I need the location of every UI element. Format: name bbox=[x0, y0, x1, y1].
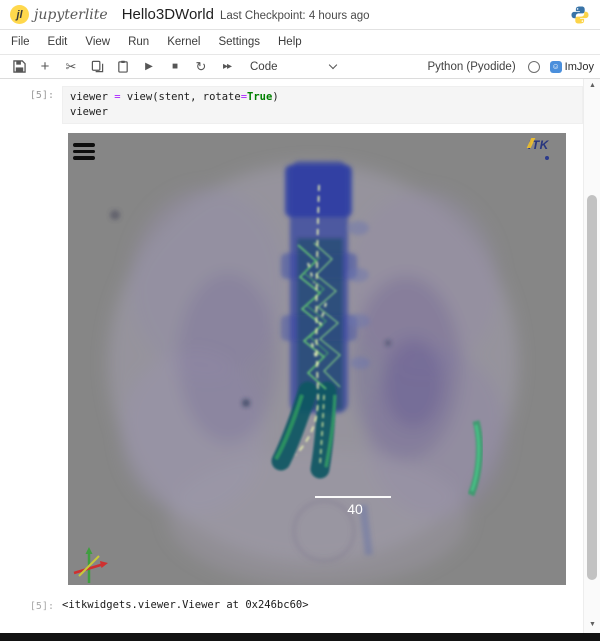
output-repr: <itkwidgets.viewer.Viewer at 0x246bc60> bbox=[62, 597, 583, 612]
itk-logo-dot bbox=[545, 156, 549, 160]
itk-3d-viewer[interactable]: ITK 40 bbox=[68, 133, 566, 585]
code-editor[interactable]: viewer = view(stent, rotate=True) viewer bbox=[62, 86, 583, 124]
notebook-toolbar: + ✂ ▶ ■ ↻ ▸▸ Code Python (Pyodide) ☺ ImJ… bbox=[0, 55, 600, 79]
toolbar-right: Python (Pyodide) ☺ ImJoy bbox=[427, 61, 594, 73]
volume-rendering bbox=[68, 133, 566, 585]
restart-run-all-icon[interactable]: ▸▸ bbox=[214, 57, 240, 77]
vertical-scrollbar[interactable]: ▲ ▼ bbox=[583, 79, 600, 633]
window-bottom-bar bbox=[0, 633, 600, 641]
notebook-title[interactable]: Hello3DWorld bbox=[122, 6, 214, 23]
scrollbar-thumb[interactable] bbox=[587, 195, 597, 580]
itk-logo: ITK bbox=[528, 136, 558, 160]
chevron-down-icon bbox=[329, 61, 337, 69]
scale-bar-label: 40 bbox=[320, 501, 390, 517]
jupyterlite-logo-icon: jl bbox=[10, 5, 29, 24]
kernel-name[interactable]: Python (Pyodide) bbox=[427, 61, 515, 73]
imjoy-label: ImJoy bbox=[565, 61, 594, 73]
code-cell-prompt: [5]: bbox=[0, 86, 62, 124]
python-logo-icon bbox=[570, 5, 590, 25]
app-header: jl jupyterlite Hello3DWorld Last Checkpo… bbox=[0, 0, 600, 30]
menu-view[interactable]: View bbox=[76, 36, 119, 48]
jupyterlite-logo-text: jupyterlite bbox=[34, 7, 108, 23]
notebook-panel: [5]: viewer = view(stent, rotate=True) v… bbox=[0, 79, 583, 633]
scroll-down-icon[interactable]: ▼ bbox=[584, 619, 600, 631]
save-icon[interactable] bbox=[6, 57, 32, 77]
output-prompt: [5]: bbox=[0, 597, 62, 612]
jupyterlite-logo[interactable]: jl jupyterlite bbox=[10, 5, 108, 24]
imjoy-button[interactable]: ☺ ImJoy bbox=[550, 61, 594, 73]
paste-icon[interactable] bbox=[110, 57, 136, 77]
checkpoint-status: Last Checkpoint: 4 hours ago bbox=[220, 8, 370, 22]
cell-type-dropdown[interactable]: Code bbox=[250, 61, 336, 73]
code-line-2: viewer bbox=[70, 105, 575, 120]
stop-icon[interactable]: ■ bbox=[162, 57, 188, 77]
output-cell: [5]: <itkwidgets.viewer.Viewer at 0x246b… bbox=[0, 597, 583, 612]
code-cell: [5]: viewer = view(stent, rotate=True) v… bbox=[0, 86, 583, 124]
code-line-1: viewer = view(stent, rotate=True) bbox=[70, 90, 575, 105]
menu-help[interactable]: Help bbox=[269, 36, 311, 48]
copy-icon[interactable] bbox=[84, 57, 110, 77]
kernel-status-icon[interactable] bbox=[528, 61, 540, 73]
imjoy-icon: ☺ bbox=[550, 61, 562, 73]
menu-kernel[interactable]: Kernel bbox=[158, 36, 209, 48]
menu-run[interactable]: Run bbox=[119, 36, 158, 48]
restart-kernel-icon[interactable]: ↻ bbox=[188, 57, 214, 77]
scroll-up-icon[interactable]: ▲ bbox=[584, 80, 600, 92]
menu-settings[interactable]: Settings bbox=[209, 36, 269, 48]
menu-edit[interactable]: Edit bbox=[39, 36, 77, 48]
viewer-menu-icon[interactable] bbox=[71, 138, 96, 165]
scale-bar-line bbox=[315, 496, 391, 498]
cell-type-value: Code bbox=[250, 61, 278, 73]
menu-file[interactable]: File bbox=[2, 36, 39, 48]
add-cell-icon[interactable]: + bbox=[32, 57, 58, 77]
run-icon[interactable]: ▶ bbox=[136, 57, 162, 77]
cut-icon[interactable]: ✂ bbox=[58, 57, 84, 77]
menu-bar: File Edit View Run Kernel Settings Help bbox=[0, 30, 600, 55]
